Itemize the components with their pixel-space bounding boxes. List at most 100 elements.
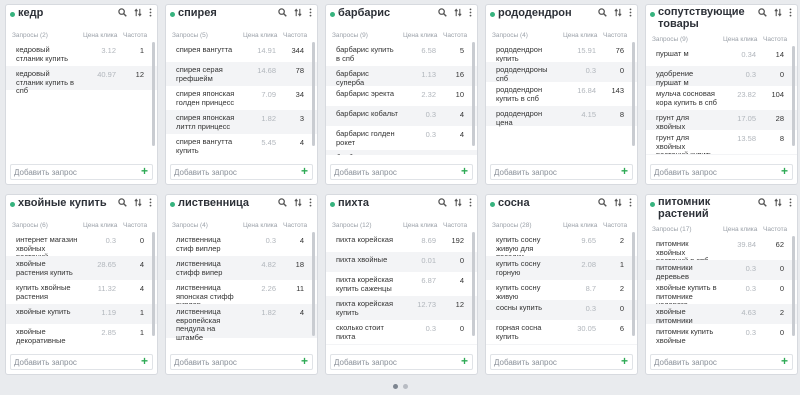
query-row[interactable]: хвойные декоративные растения для сада к…: [6, 324, 157, 345]
add-query-input[interactable]: Добавить запрос +: [490, 164, 633, 180]
query-row[interactable]: спирея японская литтл принцесс 1.82 3: [166, 110, 317, 134]
more-menu-icon[interactable]: [789, 198, 792, 207]
list-scrollbar[interactable]: [632, 42, 635, 146]
add-query-input[interactable]: Добавить запрос +: [330, 354, 473, 370]
list-scrollbar[interactable]: [792, 46, 795, 146]
query-row[interactable]: рододендрон цена 4.15 8: [486, 106, 637, 126]
sort-icon[interactable]: [294, 8, 302, 17]
page-dot-2[interactable]: [402, 384, 408, 389]
search-icon[interactable]: [118, 198, 127, 207]
query-row[interactable]: пихта корейская 8.69 192: [326, 232, 477, 252]
query-row[interactable]: барбарис суперба 1.13 16: [326, 66, 477, 86]
query-row[interactable]: барбарис голден рокет 0.3 4: [326, 126, 477, 150]
list-scrollbar[interactable]: [472, 232, 475, 336]
query-row[interactable]: сосна горная купить29.2510: [486, 344, 637, 345]
add-query-button[interactable]: +: [621, 164, 628, 178]
sort-icon[interactable]: [614, 198, 622, 207]
add-query-input[interactable]: Добавить запрос +: [170, 164, 313, 180]
query-row[interactable]: питомники деревьев 0.3 0: [646, 260, 797, 280]
list-scrollbar[interactable]: [632, 232, 635, 336]
more-menu-icon[interactable]: [469, 198, 472, 207]
sort-icon[interactable]: [294, 198, 302, 207]
more-menu-icon[interactable]: [469, 8, 472, 17]
query-row[interactable]: грунт для хвойных растений купить 13.58 8: [646, 130, 797, 155]
query-row[interactable]: горная сосна купить 30.05 6: [486, 320, 637, 344]
more-menu-icon[interactable]: [309, 198, 312, 207]
query-row[interactable]: рододендроны спб 0.3 0: [486, 62, 637, 82]
search-icon[interactable]: [758, 198, 767, 207]
query-row[interactable]: мульча сосновая кора купить в спб 23.82 10…: [646, 86, 797, 110]
query-row[interactable]: хвойные купить 1.19 1: [6, 304, 157, 324]
query-row[interactable]: пихта хвойные 0.01 0: [326, 252, 477, 272]
query-row[interactable]: удобрение пуршат м 0.3 0: [646, 66, 797, 86]
query-row[interactable]: питомник хвойных растений в спб39.8462: [646, 236, 797, 264]
search-icon[interactable]: [278, 8, 287, 17]
query-row[interactable]: рододендрон купить в спб 16.84 143: [486, 82, 637, 106]
query-row[interactable]: хвойные растения купить 28.65 4: [6, 256, 157, 280]
query-row[interactable]: пуршат м 0.34 14: [646, 46, 797, 66]
add-query-button[interactable]: +: [621, 354, 628, 368]
add-query-input[interactable]: Добавить запрос +: [490, 354, 633, 370]
more-menu-icon[interactable]: [629, 8, 632, 17]
more-menu-icon[interactable]: [629, 198, 632, 207]
list-scrollbar[interactable]: [472, 42, 475, 146]
query-row[interactable]: пихта фразера5.5843: [326, 344, 477, 345]
query-row[interactable]: лиственница стифф випер 4.82 18: [166, 256, 317, 280]
query-row[interactable]: спирея вангутта 14.91 344: [166, 42, 317, 62]
query-row[interactable]: спирея японская голден принцесс 7.09 34: [166, 86, 317, 110]
page-dot-1[interactable]: [392, 384, 398, 389]
list-scrollbar[interactable]: [312, 42, 315, 146]
query-row[interactable]: купить хвойные растения 11.32 4: [6, 280, 157, 304]
query-row[interactable]: барбарис купить в спб 6.58 5: [326, 42, 477, 66]
list-scrollbar[interactable]: [152, 232, 155, 336]
query-row[interactable]: лиственница японская стифф виплер2.2611: [166, 280, 317, 308]
search-icon[interactable]: [438, 8, 447, 17]
query-row[interactable]: сосны купить 0.3 0: [486, 300, 637, 320]
add-query-button[interactable]: +: [461, 164, 468, 178]
sort-icon[interactable]: [134, 8, 142, 17]
add-query-button[interactable]: +: [141, 354, 148, 368]
add-query-button[interactable]: +: [141, 164, 148, 178]
query-row[interactable]: барбарис атропурпурея 0.27 5: [326, 150, 477, 155]
add-query-input[interactable]: Добавить запрос +: [170, 354, 313, 370]
list-scrollbar[interactable]: [312, 232, 315, 336]
query-row[interactable]: интернет магазин хвойных растений0.30: [6, 232, 157, 260]
add-query-button[interactable]: +: [461, 354, 468, 368]
more-menu-icon[interactable]: [149, 198, 152, 207]
add-query-button[interactable]: +: [781, 164, 788, 178]
sort-icon[interactable]: [454, 198, 462, 207]
list-scrollbar[interactable]: [152, 42, 155, 146]
add-query-input[interactable]: Добавить запрос +: [10, 354, 153, 370]
query-row[interactable]: хвойные питомники 4.63 2: [646, 304, 797, 324]
query-row[interactable]: грунт для хвойных 17.05 28: [646, 110, 797, 130]
query-row[interactable]: купить сосну живую для посадки9.652: [486, 232, 637, 260]
query-row[interactable]: кашпо ящик для цветов0.31: [646, 154, 797, 155]
query-row[interactable]: рододендрон купить 15.91 76: [486, 42, 637, 62]
query-row[interactable]: барбарис эректа 2.32 10: [326, 86, 477, 106]
search-icon[interactable]: [598, 8, 607, 17]
add-query-input[interactable]: Добавить запрос +: [330, 164, 473, 180]
query-row[interactable]: питомник купить хвойные 0.3 0: [646, 324, 797, 345]
sort-icon[interactable]: [454, 8, 462, 17]
query-row[interactable]: барбарис кобальт 0.3 4: [326, 106, 477, 126]
search-icon[interactable]: [118, 8, 127, 17]
query-row[interactable]: кедровый стланик купить в спб 40.97 12: [6, 66, 157, 95]
sort-icon[interactable]: [134, 198, 142, 207]
add-query-input[interactable]: Добавить запрос +: [650, 354, 793, 370]
query-row[interactable]: купить сосну горную 2.08 1: [486, 256, 637, 280]
add-query-button[interactable]: +: [781, 354, 788, 368]
search-icon[interactable]: [598, 198, 607, 207]
query-row[interactable]: лиственница европейская пендула на штамб…: [166, 304, 317, 341]
query-row[interactable]: спирея серая грефшейм 14.68 78: [166, 62, 317, 86]
list-scrollbar[interactable]: [792, 236, 795, 336]
query-row[interactable]: сколько стоит пихта 0.3 0: [326, 320, 477, 344]
add-query-input[interactable]: Добавить запрос +: [650, 164, 793, 180]
more-menu-icon[interactable]: [149, 8, 152, 17]
query-row[interactable]: спирея вангутта купить 5.45 4: [166, 134, 317, 155]
query-row[interactable]: пихта корейская купить саженцы 6.87 4: [326, 272, 477, 296]
add-query-input[interactable]: Добавить запрос +: [10, 164, 153, 180]
add-query-button[interactable]: +: [301, 354, 308, 368]
query-row[interactable]: лиственница стиф виплер 0.3 4: [166, 232, 317, 256]
query-row[interactable]: хвойные купить в питомнике недорого0.30: [646, 280, 797, 308]
query-row[interactable]: пихта корейская купить 12.73 12: [326, 296, 477, 320]
